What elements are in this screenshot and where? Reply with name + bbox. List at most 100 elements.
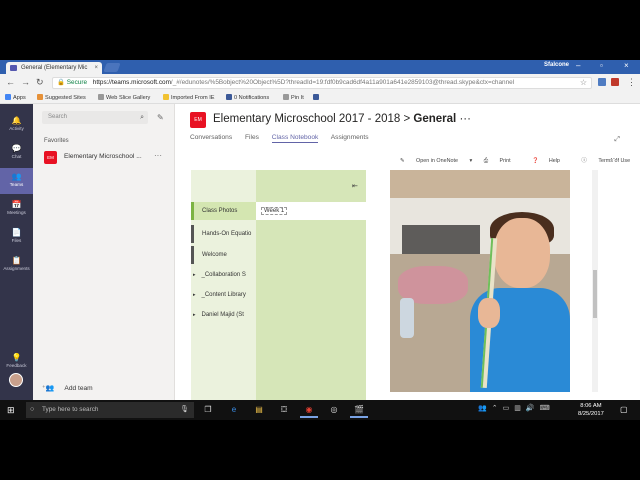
store-icon[interactable]: ⛋	[275, 402, 293, 418]
bookmark-imported-from-ie[interactable]: Imported From IE	[163, 94, 215, 102]
search-input[interactable]: Search ⌕	[42, 111, 148, 124]
facebook-icon	[226, 94, 232, 100]
rail-assignments[interactable]: 📋 Assignments	[0, 252, 33, 278]
bookmark-facebook[interactable]	[313, 94, 321, 102]
windows-start-icon[interactable]: ⊞	[7, 405, 15, 416]
system-tray: 👥 ⌃ ▭ ▥ 🔊 ⌨	[478, 404, 555, 412]
teams-favicon-icon	[10, 65, 17, 71]
onenote-more-icon[interactable]: ···	[610, 154, 618, 163]
tab-close-icon[interactable]: ×	[94, 62, 98, 74]
bookmark-star-icon[interactable]: ☆	[580, 78, 587, 88]
rail-chat[interactable]: 💬 Chat	[0, 140, 33, 166]
rail-meetings[interactable]: 📅 Meetings	[0, 196, 33, 222]
rail-teams[interactable]: 👥 Teams	[0, 168, 33, 194]
browser-tab[interactable]: General (Elementary Mic ×	[6, 62, 102, 74]
address-bar-row: ← → ↻ 🔒 Secure https://teams.microsoft.c…	[0, 74, 640, 92]
section-group-label: Daniel Majid (St	[201, 312, 244, 318]
rail-files[interactable]: 📄 Files	[0, 224, 33, 250]
printer-icon: ⎙	[483, 158, 490, 164]
url-input[interactable]: 🔒 Secure https://teams.microsoft.com/_#/…	[52, 77, 592, 89]
chevron-up-icon[interactable]: ⌃	[492, 405, 498, 412]
edge-icon[interactable]: e	[225, 402, 243, 418]
expand-icon[interactable]: ⤢	[614, 136, 620, 144]
rail-label: Assignments	[3, 266, 30, 271]
section-group-student[interactable]: ▸ Daniel Majid (St	[193, 312, 244, 318]
print-button[interactable]: ⎙ Print	[484, 158, 521, 164]
microphone-icon[interactable]: 🎙	[180, 402, 189, 418]
bookmark-apps[interactable]: Apps	[5, 94, 26, 102]
pencil-icon: ✎	[400, 158, 407, 164]
section-group-collaboration[interactable]: ▸ _Collaboration S	[193, 272, 246, 278]
notifications-icon[interactable]: ▢	[620, 405, 628, 414]
channel-tabs: Conversations Files Class Notebook Assig…	[190, 134, 380, 143]
close-window-icon[interactable]: ×	[624, 61, 629, 70]
profile-name[interactable]: Sfalcone	[544, 62, 569, 68]
bell-icon: 🔔	[11, 116, 22, 125]
volume-icon[interactable]: 🔊	[526, 405, 535, 412]
rail-activity[interactable]: 🔔 Activity	[0, 112, 33, 138]
note-canvas[interactable]	[366, 170, 628, 400]
secure-label: Secure	[66, 79, 87, 86]
compose-icon[interactable]: ✎	[157, 113, 164, 122]
extension-icon[interactable]	[598, 78, 606, 86]
open-in-onenote-button[interactable]: ✎ Open in OneNote ▾	[400, 158, 472, 164]
forward-icon[interactable]: →	[21, 77, 30, 87]
channel-more-icon[interactable]: ···	[459, 113, 471, 125]
bookmark-label: Suggested Sites	[45, 95, 86, 101]
taskbar: ⊞ ○ Type here to search 🎙 ❐ e ▤ ⛋ ◉ ◎ 🎬 …	[0, 400, 640, 420]
tab-files[interactable]: Files	[245, 134, 259, 141]
battery-icon[interactable]: ▭	[503, 405, 510, 412]
file-icon: 📄	[11, 228, 22, 237]
section-hands-on[interactable]: Hands-On Equatio	[191, 225, 256, 243]
more-options-icon[interactable]: ···	[154, 151, 162, 160]
page-icon	[98, 94, 104, 100]
section-pane: Class Photos Hands-On Equatio Welcome ▸ _…	[191, 170, 256, 400]
help-icon: ❓	[532, 158, 539, 164]
onenote-toolbar: ✎ Open in OneNote ▾ ⎙ Print ❓ Help ⓘ Term…	[400, 156, 640, 165]
calendar-icon: 📅	[11, 200, 22, 209]
bookmark-web-slice-gallery[interactable]: Web Slice Gallery	[98, 94, 150, 102]
section-class-photos[interactable]: Class Photos	[191, 202, 256, 220]
bookmark-notifications[interactable]: 0 Notifications	[226, 94, 269, 102]
section-group-label: _Content Library	[201, 292, 246, 298]
people-icon[interactable]: 👥	[478, 405, 487, 412]
reload-icon[interactable]: ↻	[36, 77, 44, 88]
section-welcome[interactable]: Welcome	[191, 246, 256, 264]
search-icon[interactable]: ⌕	[140, 111, 144, 124]
app-icon[interactable]: ◎	[325, 402, 343, 418]
page-week-1[interactable]: Week 1	[256, 202, 366, 220]
add-team-button[interactable]: ⁺👥 Add team	[42, 384, 93, 392]
rail-feedback[interactable]: 💡 Feedback	[0, 349, 33, 375]
minimize-icon[interactable]: –	[576, 61, 580, 70]
maximize-icon[interactable]: ▫	[600, 61, 603, 70]
scrollbar-thumb[interactable]	[593, 270, 597, 318]
avatar[interactable]	[9, 373, 23, 387]
taskbar-clock[interactable]: 8:06 AM 8/25/2017	[578, 402, 604, 418]
new-tab-button[interactable]	[103, 63, 121, 72]
chrome-menu-icon[interactable]: ⋮	[627, 77, 636, 88]
team-item[interactable]: EM Elementary Microschool ... ···	[33, 149, 174, 165]
section-group-content-library[interactable]: ▸ _Content Library	[193, 292, 246, 298]
tab-conversations[interactable]: Conversations	[190, 134, 232, 141]
tab-class-notebook[interactable]: Class Notebook	[271, 134, 319, 143]
help-button[interactable]: ❓ Help	[532, 158, 570, 164]
chrome-icon[interactable]: ◉	[300, 402, 318, 418]
search-placeholder: Search	[48, 114, 68, 120]
bookmark-pin-it[interactable]: Pin It	[283, 94, 304, 102]
pdf-extension-icon[interactable]	[611, 78, 619, 86]
keyboard-icon[interactable]: ⌨	[540, 405, 550, 412]
chevron-right-icon: ▸	[193, 272, 196, 278]
lock-icon: 🔒	[57, 79, 65, 86]
network-icon[interactable]: ▥	[514, 405, 521, 412]
bookmark-suggested-sites[interactable]: Suggested Sites	[37, 94, 86, 102]
collapse-pane-icon[interactable]: ⇤	[352, 182, 358, 190]
app-rail: 🔔 Activity 💬 Chat 👥 Teams 📅 Meetings 📄 Files …	[0, 104, 33, 400]
task-view-icon[interactable]: ❐	[199, 402, 217, 418]
video-editor-icon[interactable]: 🎬	[350, 402, 368, 418]
back-icon[interactable]: ←	[6, 77, 15, 87]
tab-assignments[interactable]: Assignments	[331, 134, 369, 141]
file-explorer-icon[interactable]: ▤	[250, 402, 268, 418]
page-title: Elementary Microschool 2017 - 2018 > Gen…	[213, 113, 471, 125]
screen: General (Elementary Mic × Sfalcone – ▫ ×…	[0, 60, 640, 420]
taskbar-search-input[interactable]: ○ Type here to search 🎙	[26, 402, 194, 418]
